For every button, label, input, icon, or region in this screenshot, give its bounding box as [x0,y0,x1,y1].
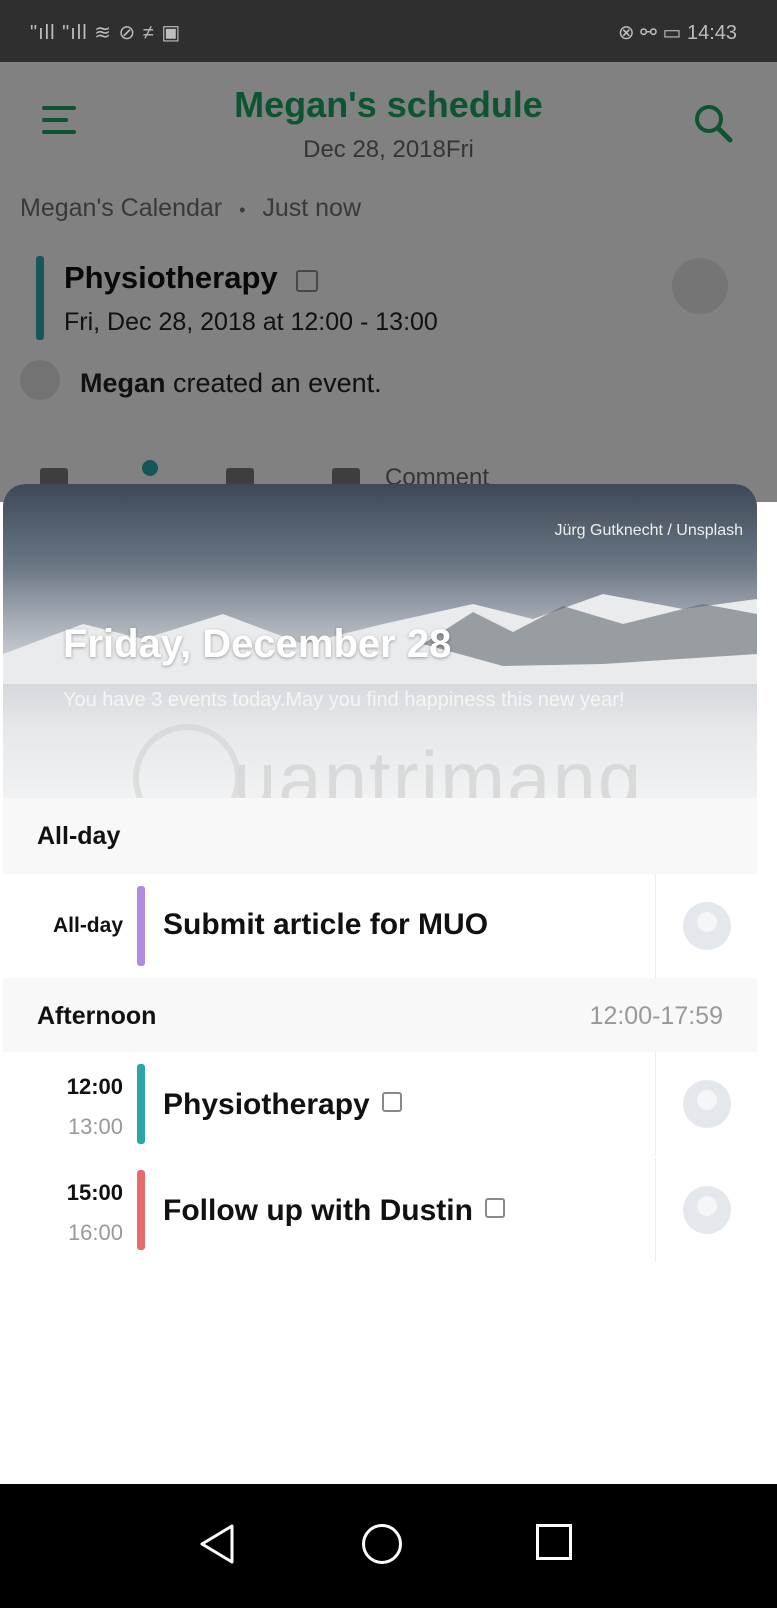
status-bar: "ıll "ıll ≋ ⊘ ≠ ▣ ⊗ ⚯ ▭ 14:43 [0,0,777,62]
event-start-time: 15:00 [66,1180,123,1205]
briefing-summary: You have 3 events today.May you find hap… [63,689,625,711]
event-time-label: All-day [52,914,123,937]
separator-dot: • [239,200,246,220]
section-time-range: 12:00-17:59 [589,1002,723,1030]
event-title: Physiotherapy [163,1088,370,1121]
divider [655,1052,656,1156]
event-color-bar [137,886,145,966]
event-start-time: 12:00 [66,1074,123,1099]
activity-user: Megan [80,368,166,398]
event-title: Follow up with Dustin [163,1194,473,1227]
event-end-time: 16:00 [67,1220,123,1245]
feed-event-time: Fri, Dec 28, 2018 at 12:00 - 13:00 [64,308,438,336]
event-title-row: Follow up with Dustin [163,1194,505,1228]
list-item[interactable]: 12:00 13:00 Physiotherapy [3,1052,757,1156]
user-avatar [20,360,60,400]
event-color-bar [36,256,44,340]
daily-briefing-sheet: Jürg Gutknecht / Unsplash Friday, Decemb… [3,484,757,1484]
event-color-bar [137,1064,145,1144]
calendar-name: Megan's Calendar [20,194,223,222]
page-date: Dec 28, 2018Fri [303,136,474,163]
event-end-time: 13:00 [67,1114,123,1139]
schedule-screen: Megan's schedule Dec 28, 2018Fri Megan's… [0,62,777,502]
activity-line: Megan created an event. [80,368,382,399]
list-item[interactable]: 15:00 16:00 Follow up with Dustin [3,1158,757,1262]
divider [655,874,656,978]
status-icons-right: ⊗ ⚯ ▭ 14:43 [617,22,737,44]
section-title: All-day [37,822,121,850]
section-title: Afternoon [37,1002,157,1030]
back-icon[interactable] [196,1522,236,1566]
event-title-row: Physiotherapy [163,1088,402,1122]
search-icon[interactable] [692,102,734,144]
section-header-allday: All-day [3,798,757,874]
recent-apps-icon[interactable] [536,1524,572,1560]
section-header-afternoon: Afternoon 12:00-17:59 [3,978,757,1052]
alarm-icon [484,1198,505,1218]
briefing-date: Friday, December 28 [63,622,452,666]
avatar [672,258,728,314]
event-color-bar [137,1170,145,1250]
feed-event-title[interactable]: Physiotherapy [64,260,278,296]
home-icon[interactable] [362,1524,402,1564]
event-title: Submit article for MUO [163,908,489,941]
system-nav-bar [0,1484,777,1608]
photo-credit: Jürg Gutknecht / Unsplash [554,522,743,539]
alarm-icon [296,270,318,292]
updated-time: Just now [262,194,362,222]
avatar [683,902,731,950]
activity-text: created an event. [165,368,382,398]
dot-icon[interactable] [142,460,158,476]
list-item[interactable]: All-day Submit article for MUO [3,874,757,978]
avatar [683,1080,731,1128]
calendar-selector[interactable]: Megan's Calendar • Just now [20,194,361,223]
avatar [683,1186,731,1234]
status-icons-left: "ıll "ıll ≋ ⊘ ≠ ▣ [30,22,182,44]
divider [655,1158,656,1262]
alarm-icon [381,1092,402,1112]
page-title: Megan's schedule [234,84,543,125]
